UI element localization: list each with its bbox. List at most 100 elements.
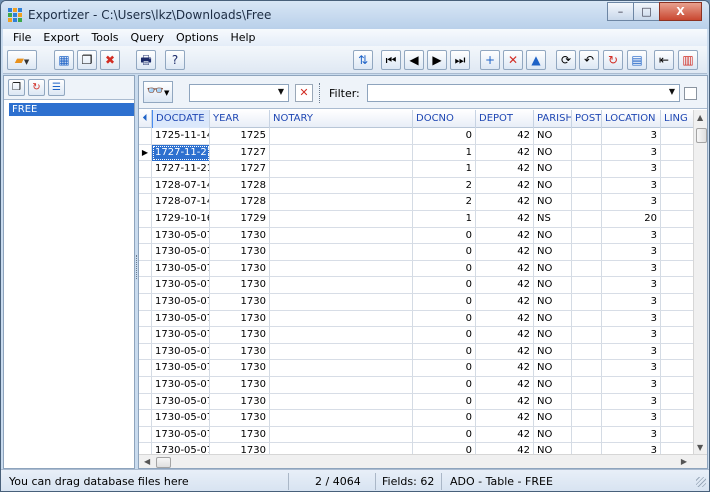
database-item-free[interactable]: FREE <box>9 103 134 116</box>
cell-location[interactable]: 3 <box>602 227 661 244</box>
delete-record-button[interactable]: ✕ <box>503 50 523 70</box>
cell-ling[interactable] <box>661 260 695 277</box>
edit-record-button[interactable]: ▲ <box>526 50 546 70</box>
cell-post[interactable] <box>572 161 602 178</box>
cell-depot[interactable]: 42 <box>476 260 534 277</box>
cell-year[interactable]: 1729 <box>210 211 270 227</box>
cell-depot[interactable]: 42 <box>476 294 534 310</box>
row-indicator[interactable] <box>139 443 152 454</box>
database-list-button[interactable]: ☰ <box>48 79 65 96</box>
cell-ling[interactable] <box>661 277 695 294</box>
column-header-notary[interactable]: NOTARY <box>270 110 413 128</box>
cell-depot[interactable]: 42 <box>476 393 534 410</box>
cell-parish[interactable]: NO <box>534 443 572 454</box>
menu-tools[interactable]: Tools <box>85 31 124 44</box>
cell-docno[interactable]: 1 <box>413 161 476 178</box>
cell-location[interactable]: 3 <box>602 260 661 277</box>
cell-docdate[interactable]: 1730-05-07 <box>152 410 210 427</box>
cell-notary[interactable] <box>270 343 413 360</box>
cell-location[interactable]: 3 <box>602 177 661 194</box>
horizontal-scrollbar[interactable]: ◀ ▶ <box>139 454 707 468</box>
row-indicator[interactable] <box>139 260 152 277</box>
cell-docno[interactable]: 0 <box>413 360 476 377</box>
cell-docno[interactable]: 0 <box>413 128 476 144</box>
cell-year[interactable]: 1730 <box>210 377 270 393</box>
cell-notary[interactable] <box>270 227 413 244</box>
cell-post[interactable] <box>572 227 602 244</box>
cell-depot[interactable]: 42 <box>476 161 534 178</box>
row-indicator[interactable] <box>139 360 152 377</box>
table-row[interactable]: 1730-05-07 1730 0 42 NO 3 <box>139 327 695 344</box>
cell-depot[interactable]: 42 <box>476 443 534 454</box>
cell-ling[interactable] <box>661 377 695 393</box>
cell-depot[interactable]: 42 <box>476 144 534 161</box>
filter-input[interactable]: ▼ <box>367 84 680 102</box>
cell-ling[interactable] <box>661 327 695 344</box>
cell-docdate[interactable]: 1730-05-07 <box>152 343 210 360</box>
table-row[interactable]: 1730-05-07 1730 0 42 NO 3 <box>139 343 695 361</box>
cell-post[interactable] <box>572 277 602 294</box>
table-grid-button[interactable]: ▦ <box>54 50 74 70</box>
cell-docdate[interactable]: 1730-05-07 <box>152 377 210 393</box>
cell-ling[interactable] <box>661 211 695 227</box>
table-row[interactable]: 1730-05-07 1730 0 42 NO 3 <box>139 377 695 394</box>
cell-location[interactable]: 3 <box>602 194 661 211</box>
row-indicator[interactable] <box>139 177 152 194</box>
cell-parish[interactable]: NS <box>534 211 572 227</box>
cell-docno[interactable]: 0 <box>413 410 476 427</box>
row-indicator[interactable] <box>139 244 152 261</box>
cell-ling[interactable] <box>661 426 695 443</box>
cell-docno[interactable]: 0 <box>413 377 476 393</box>
cell-ling[interactable] <box>661 227 695 244</box>
copy-database-button[interactable]: ❐ <box>8 79 25 96</box>
cell-docdate[interactable]: 1730-05-07 <box>152 294 210 310</box>
cell-docdate[interactable]: 1730-05-07 <box>152 327 210 344</box>
cell-docno[interactable]: 0 <box>413 227 476 244</box>
menu-file[interactable]: File <box>7 31 37 44</box>
cell-parish[interactable]: NO <box>534 360 572 377</box>
cell-notary[interactable] <box>270 377 413 393</box>
table-row[interactable]: 1730-05-07 1730 0 42 NO 3 <box>139 393 695 411</box>
row-indicator[interactable] <box>139 393 152 410</box>
row-indicator[interactable] <box>139 194 152 211</box>
horizontal-scroll-thumb[interactable] <box>156 457 171 468</box>
cell-notary[interactable] <box>270 443 413 454</box>
cell-ling[interactable] <box>661 144 695 161</box>
cell-depot[interactable]: 42 <box>476 244 534 261</box>
cell-location[interactable]: 3 <box>602 144 661 161</box>
cell-location[interactable]: 3 <box>602 443 661 454</box>
cell-year[interactable]: 1730 <box>210 360 270 377</box>
cell-docno[interactable]: 0 <box>413 393 476 410</box>
cell-depot[interactable]: 42 <box>476 426 534 443</box>
cell-docdate[interactable]: 1727-11-21 <box>152 161 210 178</box>
cell-location[interactable]: 3 <box>602 343 661 360</box>
refresh-database-button[interactable]: ↻ <box>28 79 45 96</box>
table-row[interactable]: 1730-05-07 1730 0 42 NO 3 <box>139 360 695 377</box>
cell-parish[interactable]: NO <box>534 343 572 360</box>
table-row[interactable]: 1727-11-21 1727 1 42 NO 3 <box>139 161 695 178</box>
cell-depot[interactable]: 42 <box>476 360 534 377</box>
cell-post[interactable] <box>572 360 602 377</box>
cell-location[interactable]: 3 <box>602 128 661 144</box>
column-header-docno[interactable]: DOCNO <box>413 110 476 128</box>
cell-notary[interactable] <box>270 393 413 410</box>
cell-depot[interactable]: 42 <box>476 377 534 393</box>
table-row[interactable]: 1725-11-14 1725 0 42 NO 3 <box>139 128 695 145</box>
row-indicator[interactable] <box>139 426 152 443</box>
resize-grip-icon[interactable] <box>696 477 706 487</box>
filter-checkbox[interactable] <box>684 87 697 100</box>
column-header-ling[interactable]: LING <box>661 110 695 128</box>
cell-docno[interactable]: 0 <box>413 343 476 360</box>
cell-docno[interactable]: 1 <box>413 211 476 227</box>
cell-post[interactable] <box>572 343 602 360</box>
cell-year[interactable]: 1730 <box>210 294 270 310</box>
cell-docdate[interactable]: 1730-05-07 <box>152 277 210 294</box>
cell-post[interactable] <box>572 244 602 261</box>
add-record-button[interactable]: + <box>480 50 500 70</box>
cell-docdate[interactable]: 1729-10-16 <box>152 211 210 227</box>
cell-notary[interactable] <box>270 211 413 227</box>
sort-button[interactable]: ⇅ <box>353 50 373 70</box>
row-indicator[interactable] <box>139 410 152 427</box>
cell-year[interactable]: 1730 <box>210 343 270 360</box>
cell-notary[interactable] <box>270 360 413 377</box>
